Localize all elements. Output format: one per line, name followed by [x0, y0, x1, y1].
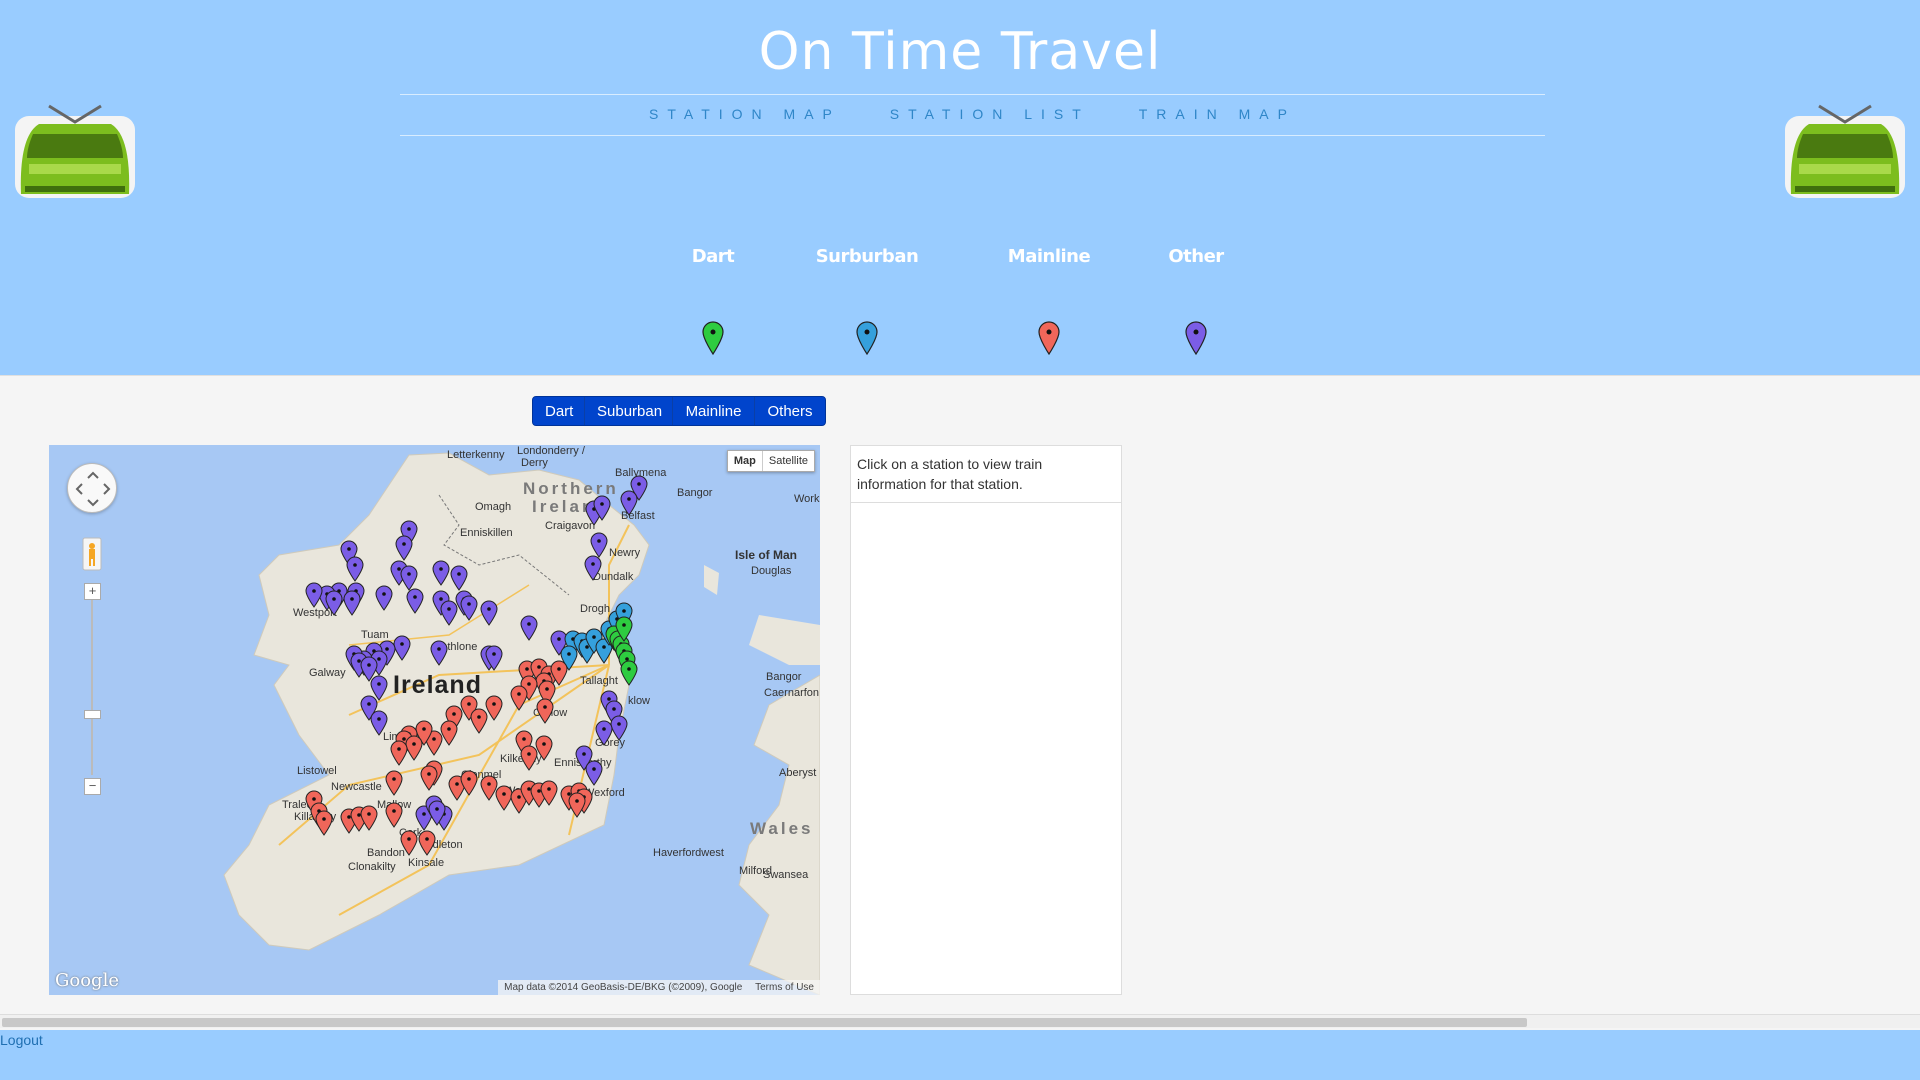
station-marker-pin-icon[interactable]	[585, 760, 603, 786]
filter-dart-button[interactable]: Dart	[533, 397, 585, 425]
map-attribution: Map data ©2014 GeoBasis-DE/BKG (©2009), …	[498, 980, 820, 995]
station-marker-pin-icon[interactable]	[325, 590, 343, 616]
station-marker-pin-icon[interactable]	[390, 740, 408, 766]
station-marker-pin-icon[interactable]	[620, 660, 638, 686]
legend-label: Other	[1168, 246, 1224, 267]
map-type-map-button[interactable]: Map	[728, 451, 763, 471]
station-marker-pin-icon[interactable]	[360, 805, 378, 831]
zoom-out-button[interactable]: −	[84, 778, 101, 795]
station-marker-pin-icon[interactable]	[584, 555, 602, 581]
station-marker-pin-icon[interactable]	[595, 720, 613, 746]
purple-pin-icon	[1185, 321, 1207, 355]
station-marker-pin-icon[interactable]	[440, 600, 458, 626]
info-instructions: Click on a station to view train informa…	[851, 446, 1121, 503]
station-marker-pin-icon[interactable]	[400, 565, 418, 591]
station-marker-pin-icon[interactable]	[400, 830, 418, 856]
nav-divider-bottom	[400, 135, 1545, 136]
station-marker-pin-icon[interactable]	[536, 698, 554, 724]
pegman-icon[interactable]	[82, 537, 102, 571]
zoom-in-button[interactable]: +	[84, 583, 101, 600]
station-marker-pin-icon[interactable]	[370, 710, 388, 736]
zoom-slider-handle[interactable]	[84, 710, 101, 719]
legend-dart: Dart	[633, 246, 793, 355]
station-marker-pin-icon[interactable]	[540, 780, 558, 806]
train-logo-icon	[1785, 104, 1905, 198]
station-marker-pin-icon[interactable]	[568, 792, 586, 818]
horizontal-scrollbar[interactable]	[0, 1014, 1920, 1028]
legend-mainline: Mainline	[969, 246, 1129, 355]
legend-label: Mainline	[1007, 246, 1091, 267]
station-marker-pin-icon[interactable]	[430, 640, 448, 666]
station-marker-pin-icon[interactable]	[480, 775, 498, 801]
legend-label: Surburban	[815, 246, 919, 267]
station-marker-pin-icon[interactable]	[418, 830, 436, 856]
station-marker-pin-icon[interactable]	[485, 695, 503, 721]
station-marker-pin-icon[interactable]	[305, 582, 323, 608]
pan-control[interactable]	[67, 463, 117, 513]
station-marker-pin-icon[interactable]	[440, 720, 458, 746]
station-marker-pin-icon[interactable]	[450, 565, 468, 591]
station-marker-pin-icon[interactable]	[590, 532, 608, 558]
station-marker-pin-icon[interactable]	[620, 490, 638, 516]
map-type-control: Map Satellite	[726, 450, 815, 472]
station-marker-pin-icon[interactable]	[385, 770, 403, 796]
station-marker-pin-icon[interactable]	[480, 600, 498, 626]
legend-label: Dart	[691, 246, 735, 267]
green-pin-icon	[702, 321, 724, 355]
red-pin-icon	[1038, 321, 1060, 355]
station-marker-pin-icon[interactable]	[535, 735, 553, 761]
station-marker-pin-icon[interactable]	[385, 802, 403, 828]
terms-of-use-link[interactable]: Terms of Use	[755, 982, 814, 993]
train-logo-icon	[15, 104, 135, 198]
zoom-slider-track[interactable]	[91, 595, 93, 775]
scrollbar-thumb[interactable]	[2, 1018, 1527, 1027]
station-marker-pin-icon[interactable]	[610, 715, 628, 741]
station-marker-pin-icon[interactable]	[393, 635, 411, 661]
station-marker-pin-icon[interactable]	[510, 685, 528, 711]
station-info-pane: Click on a station to view train informa…	[850, 445, 1122, 995]
station-marker-pin-icon[interactable]	[460, 770, 478, 796]
station-marker-pin-icon[interactable]	[520, 615, 538, 641]
station-marker-pin-icon[interactable]	[520, 745, 538, 771]
nav-train-map[interactable]: TRAIN MAP	[1139, 106, 1296, 122]
google-logo: Google	[55, 970, 119, 991]
site-title: On Time Travel	[758, 22, 1162, 82]
station-marker-pin-icon[interactable]	[395, 535, 413, 561]
filter-mainline-button[interactable]: Mainline	[673, 397, 755, 425]
station-marker-pin-icon[interactable]	[460, 595, 478, 621]
station-marker-pin-icon[interactable]	[406, 588, 424, 614]
filter-button-group: Dart Suburban Mainline Others	[532, 396, 826, 426]
top-nav: STATION MAP STATION LIST TRAIN MAP	[400, 106, 1545, 122]
attribution-text: Map data ©2014 GeoBasis-DE/BKG (©2009), …	[504, 982, 743, 993]
station-marker-pin-icon[interactable]	[405, 735, 423, 761]
filter-suburban-button[interactable]: Suburban	[585, 397, 673, 425]
station-marker-pin-icon[interactable]	[375, 585, 393, 611]
station-marker-pin-icon[interactable]	[495, 785, 513, 811]
station-map[interactable]: Londonderry / Derry Letterkenny Ballymen…	[49, 445, 820, 995]
legend-other: Other	[1116, 246, 1276, 355]
station-marker-pin-icon[interactable]	[370, 675, 388, 701]
station-marker-pin-icon[interactable]	[315, 810, 333, 836]
station-marker-pin-icon[interactable]	[343, 590, 361, 616]
filter-others-button[interactable]: Others	[755, 397, 825, 425]
nav-divider-top	[400, 94, 1545, 95]
station-markers	[305, 475, 648, 856]
station-marker-pin-icon[interactable]	[346, 556, 364, 582]
nav-station-map[interactable]: STATION MAP	[649, 106, 841, 122]
logout-link[interactable]: Logout	[0, 1032, 43, 1048]
station-marker-pin-icon[interactable]	[470, 708, 488, 734]
pan-arrows-icon	[75, 471, 111, 507]
legend-suburban: Surburban	[787, 246, 947, 355]
nav-station-list[interactable]: STATION LIST	[890, 106, 1090, 122]
main-panel: Dart Suburban Mainline Others Londonderr…	[0, 375, 1920, 1030]
station-marker-pin-icon[interactable]	[420, 765, 438, 791]
station-marker-pin-icon[interactable]	[432, 560, 450, 586]
blue-pin-icon	[856, 321, 878, 355]
map-type-satellite-button[interactable]: Satellite	[763, 451, 814, 471]
